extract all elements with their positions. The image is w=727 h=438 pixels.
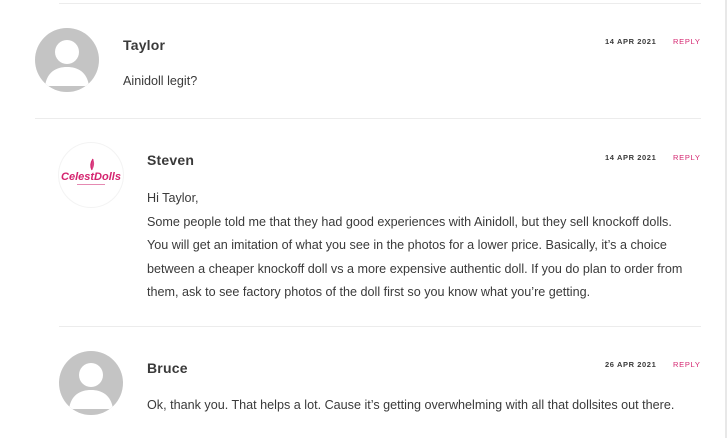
comment-body: Hi Taylor, Some people told me that they… — [147, 187, 682, 305]
comment-body-line: Some people told me that they had good e… — [147, 214, 672, 229]
comment-date: 14 APR 2021 — [605, 153, 657, 162]
generic-user-icon — [35, 28, 99, 92]
reply-button[interactable]: REPLY — [673, 360, 701, 369]
comment-date: 14 APR 2021 — [605, 37, 657, 46]
comment-author: Bruce — [147, 360, 188, 376]
comment-author: Steven — [147, 152, 195, 168]
logo-text: CelestDolls — [61, 171, 121, 183]
comment-date: 26 APR 2021 — [605, 360, 657, 369]
reply-button[interactable]: REPLY — [673, 153, 701, 162]
generic-user-icon — [59, 351, 123, 415]
comment-body-line: them, ask to see factory photos of the d… — [147, 285, 591, 299]
comment-body-line: between a cheaper knockoff doll vs a mor… — [147, 261, 683, 276]
comment-body: Ok, thank you. That helps a lot. Cause i… — [147, 394, 674, 418]
reply-button[interactable]: REPLY — [673, 37, 701, 46]
comment-author: Taylor — [123, 37, 166, 53]
comment-body: Ainidoll legit? — [123, 70, 197, 94]
comment-bruce: Bruce 26 APR 2021 REPLY Ok, thank you. T… — [0, 327, 727, 438]
comment-body-line: Hi Taylor, — [147, 191, 199, 205]
comment-body-line: Ainidoll legit? — [123, 74, 198, 88]
comment-taylor: Taylor 14 APR 2021 REPLY Ainidoll legit? — [0, 0, 727, 118]
comment-steven: CelestDolls Steven 14 APR 2021 REPLY Hi … — [0, 119, 727, 326]
comment-body-line: Ok, thank you. That helps a lot. Cause i… — [147, 398, 675, 412]
celestdolls-logo: CelestDolls — [59, 143, 123, 207]
comment-body-line: You will get an imitation of what you se… — [147, 238, 667, 252]
